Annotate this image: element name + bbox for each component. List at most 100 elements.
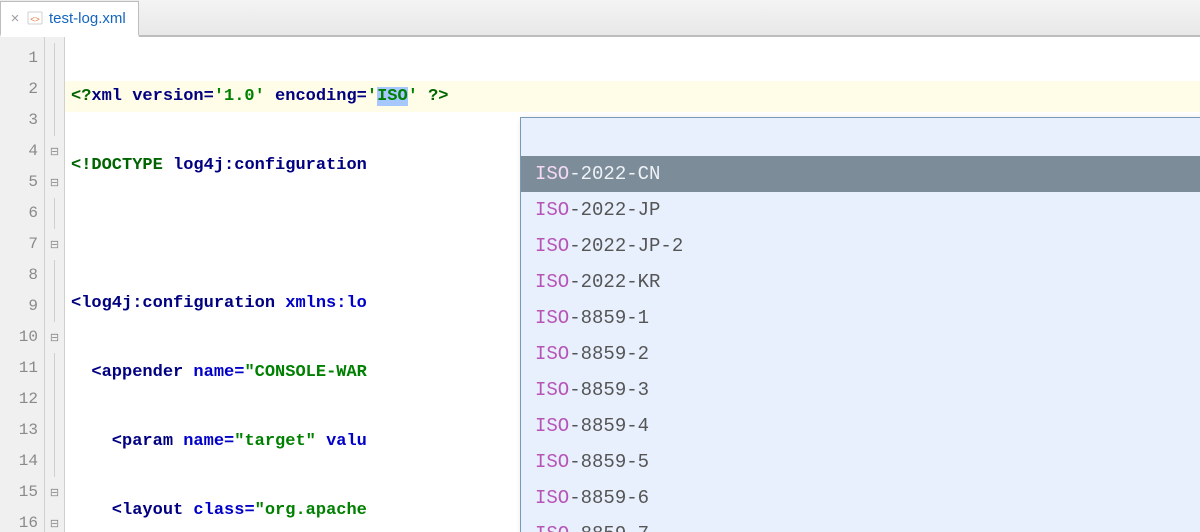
doctype-open: <!DOCTYPE xyxy=(71,156,173,175)
line-number: 10 xyxy=(0,322,44,353)
line-number: 12 xyxy=(0,384,44,415)
line-number: 13 xyxy=(0,415,44,446)
string-quote: ' xyxy=(367,87,377,106)
line-number: 5 xyxy=(0,167,44,198)
tag-name: appender xyxy=(102,363,184,382)
completion-match-prefix: ISO xyxy=(535,307,569,329)
line-number: 6 xyxy=(0,198,44,229)
fold-toggle-icon[interactable] xyxy=(45,508,64,532)
line-number: 1 xyxy=(0,43,44,74)
completion-suffix: -2022-CN xyxy=(569,163,660,185)
tag-open: < xyxy=(71,294,81,313)
line-number: 3 xyxy=(0,105,44,136)
fold-guide xyxy=(45,105,64,136)
fold-toggle-icon[interactable] xyxy=(45,136,64,167)
completion-suffix: -2022-KR xyxy=(569,271,660,293)
code-line[interactable]: <?xml version='1.0' encoding='ISO' ?> xyxy=(65,81,1200,112)
fold-guide xyxy=(45,198,64,229)
fold-guide xyxy=(45,384,64,415)
tab-bar: × <> test-log.xml xyxy=(0,0,1200,37)
fold-guide xyxy=(45,446,64,477)
completion-item[interactable]: ISO-8859-5 xyxy=(521,444,1200,480)
fold-guide xyxy=(45,74,64,105)
completion-item[interactable]: ISO-8859-4 xyxy=(521,408,1200,444)
completion-suffix: -8859-1 xyxy=(569,307,649,329)
completion-popup[interactable]: ISO-2022-CNISO-2022-JPISO-2022-JP-2ISO-2… xyxy=(520,117,1200,532)
tab-bar-filler xyxy=(139,0,1200,36)
xml-decl: xml version= xyxy=(91,87,213,106)
tag-name: param xyxy=(122,432,173,451)
fold-guide xyxy=(45,43,64,74)
completion-item[interactable]: ISO-8859-3 xyxy=(521,372,1200,408)
completion-match-prefix: ISO xyxy=(535,451,569,473)
completion-suffix: -2022-JP-2 xyxy=(569,235,683,257)
encoding-keyword: encoding= xyxy=(265,87,367,106)
line-number-gutter: 12345678910111213141516 xyxy=(0,37,45,532)
line-number: 4 xyxy=(0,136,44,167)
completion-suffix: -8859-5 xyxy=(569,451,649,473)
code-area[interactable]: <?xml version='1.0' encoding='ISO' ?> <!… xyxy=(65,37,1200,532)
completion-match-prefix: ISO xyxy=(535,343,569,365)
tag-name: log4j:configuration xyxy=(81,294,275,313)
tag-name: layout xyxy=(122,501,183,520)
attr-value: "org.apache xyxy=(255,501,367,520)
tag-open: < xyxy=(71,501,122,520)
completion-match-prefix: ISO xyxy=(535,199,569,221)
line-number: 16 xyxy=(0,508,44,532)
completion-suffix: -2022-JP xyxy=(569,199,660,221)
line-number: 2 xyxy=(0,74,44,105)
fold-toggle-icon[interactable] xyxy=(45,229,64,260)
completion-suffix: -8859-6 xyxy=(569,487,649,509)
editor-tab[interactable]: × <> test-log.xml xyxy=(0,1,139,37)
fold-toggle-icon[interactable] xyxy=(45,167,64,198)
encoding-typed-value: ISO xyxy=(377,87,408,106)
xml-version-value: '1.0' xyxy=(214,87,265,106)
doctype-name: log4j:configuration xyxy=(173,156,367,175)
completion-match-prefix: ISO xyxy=(535,415,569,437)
completion-item[interactable]: ISO-2022-JP xyxy=(521,192,1200,228)
attr: class= xyxy=(183,501,254,520)
line-number: 14 xyxy=(0,446,44,477)
tag-open: < xyxy=(71,432,122,451)
fold-gutter xyxy=(45,37,65,532)
completion-item[interactable]: ISO-8859-2 xyxy=(521,336,1200,372)
fold-toggle-icon[interactable] xyxy=(45,477,64,508)
completion-item[interactable]: ISO-8859-1 xyxy=(521,300,1200,336)
fold-guide xyxy=(45,353,64,384)
completion-match-prefix: ISO xyxy=(535,487,569,509)
fold-guide xyxy=(45,291,64,322)
fold-guide xyxy=(45,260,64,291)
close-icon[interactable]: × xyxy=(9,10,21,27)
attr: name= xyxy=(183,363,244,382)
completion-item[interactable]: ISO-2022-KR xyxy=(521,264,1200,300)
xml-file-icon: <> xyxy=(27,10,43,26)
line-number: 11 xyxy=(0,353,44,384)
fold-toggle-icon[interactable] xyxy=(45,322,64,353)
tab-filename: test-log.xml xyxy=(49,10,126,27)
line-number: 8 xyxy=(0,260,44,291)
xml-pi-open: <? xyxy=(71,87,91,106)
editor: 12345678910111213141516 <?xml version='1… xyxy=(0,37,1200,532)
completion-match-prefix: ISO xyxy=(535,163,569,185)
completion-match-prefix: ISO xyxy=(535,235,569,257)
completion-item[interactable]: ISO-8859-6 xyxy=(521,480,1200,516)
completion-item[interactable]: ISO-2022-JP-2 xyxy=(521,228,1200,264)
xml-pi-close: ?> xyxy=(418,87,449,106)
attr: xmlns:lo xyxy=(275,294,367,313)
completion-suffix: -8859-7 xyxy=(569,523,649,532)
line-number: 9 xyxy=(0,291,44,322)
completion-match-prefix: ISO xyxy=(535,523,569,532)
completion-match-prefix: ISO xyxy=(535,379,569,401)
completion-list[interactable]: ISO-2022-CNISO-2022-JPISO-2022-JP-2ISO-2… xyxy=(521,156,1200,532)
attr-value: "CONSOLE-WAR xyxy=(244,363,366,382)
attr: name= xyxy=(173,432,234,451)
line-number: 7 xyxy=(0,229,44,260)
completion-item[interactable]: ISO-2022-CN xyxy=(521,156,1200,192)
fold-guide xyxy=(45,415,64,446)
completion-item[interactable]: ISO-8859-7 xyxy=(521,516,1200,532)
completion-suffix: -8859-3 xyxy=(569,379,649,401)
completion-match-prefix: ISO xyxy=(535,271,569,293)
completion-suffix: -8859-4 xyxy=(569,415,649,437)
attr: valu xyxy=(316,432,367,451)
string-quote: ' xyxy=(408,87,418,106)
